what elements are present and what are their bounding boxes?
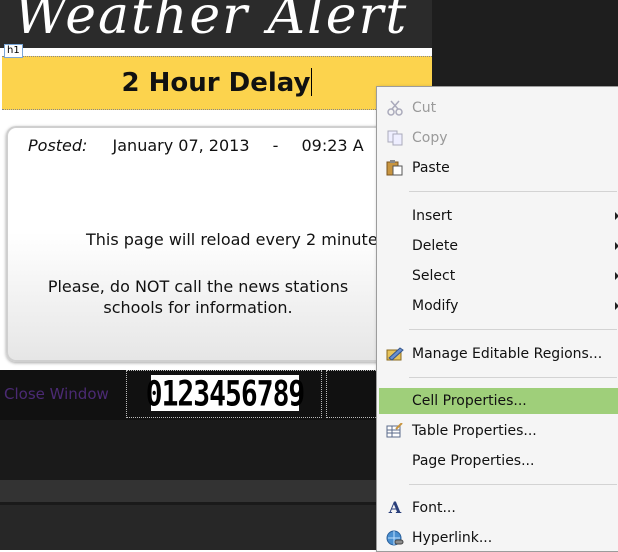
menu-item-page-properties[interactable]: Page Properties... [379, 448, 618, 474]
menu-item-cut[interactable]: Cut [379, 95, 618, 121]
menu-item-label: Table Properties... [412, 423, 537, 439]
menu-item-insert[interactable]: Insert [379, 203, 618, 229]
header-title: Weather Alert [14, 0, 409, 46]
text-caret [311, 68, 313, 96]
copy-icon [387, 130, 403, 146]
posted-date: January 07, 2013 [112, 136, 250, 155]
menu-separator [409, 484, 617, 485]
menu-item-label: Font... [412, 500, 456, 516]
delay-heading[interactable]: 2 Hour Delay [122, 68, 311, 98]
menu-item-select[interactable]: Select [379, 263, 618, 289]
posted-time: 09:23 A [301, 136, 364, 155]
reload-notice: This page will reload every 2 minutes [85, 230, 386, 249]
table-properties-icon [386, 423, 403, 438]
weather-alert-header[interactable]: Weather Alert [0, 0, 432, 48]
menu-item-modify[interactable]: Modify [379, 293, 618, 319]
menu-item-table-properties[interactable]: Table Properties... [379, 418, 618, 444]
menu-item-font[interactable]: A Font... [379, 495, 618, 521]
menu-item-manage-editable-regions[interactable]: Manage Editable Regions... [379, 341, 618, 367]
close-window-link[interactable]: Close Window [4, 385, 109, 403]
menu-separator [409, 377, 617, 378]
posted-label: Posted: [28, 136, 88, 155]
call-warning-line-2: schools for information. [103, 298, 293, 317]
delay-heading-cell[interactable]: 2 Hour Delay [2, 56, 432, 110]
menu-item-label: Hyperlink... [412, 530, 493, 546]
menu-item-label: Paste [412, 160, 450, 176]
menu-item-label: Delete [412, 238, 458, 254]
call-warning-line-1: Please, do NOT call the news stations [47, 277, 349, 296]
menu-item-paste[interactable]: Paste [379, 155, 618, 181]
posted-separator: - [272, 136, 279, 155]
menu-item-label: Page Properties... [412, 453, 535, 469]
menu-item-label: Copy [412, 130, 448, 146]
content-panel[interactable]: Posted: January 07, 2013 - 09:23 A This … [6, 126, 434, 362]
counter-digits: 0123456789 [145, 372, 306, 414]
editable-regions-icon [386, 347, 404, 361]
context-menu: Cut Copy Paste Insert Delete Select Modi… [376, 86, 618, 552]
menu-item-label: Cut [412, 100, 437, 116]
menu-separator [409, 329, 617, 330]
menu-separator [409, 191, 617, 192]
menu-item-label: Modify [412, 298, 459, 314]
menu-item-cell-properties[interactable]: Cell Properties... [379, 388, 618, 414]
h1-tag-marker[interactable]: h1 [4, 44, 23, 58]
menu-item-label: Select [412, 268, 456, 284]
menu-item-hyperlink[interactable]: Hyperlink... [379, 525, 618, 551]
hyperlink-icon [386, 530, 404, 546]
menu-item-label: Cell Properties... [412, 393, 527, 409]
menu-item-delete[interactable]: Delete [379, 233, 618, 259]
menu-item-label: Manage Editable Regions... [412, 346, 603, 362]
font-icon: A [388, 498, 402, 517]
hit-counter: 0123456789 [146, 372, 306, 413]
posted-row: Posted: January 07, 2013 - 09:23 A [28, 136, 364, 155]
menu-item-copy[interactable]: Copy [379, 125, 618, 151]
call-warning: Please, do NOT call the news stations sc… [8, 276, 388, 318]
menu-item-label: Insert [412, 208, 453, 224]
scissors-icon [387, 100, 403, 116]
clipboard-icon [386, 160, 403, 176]
